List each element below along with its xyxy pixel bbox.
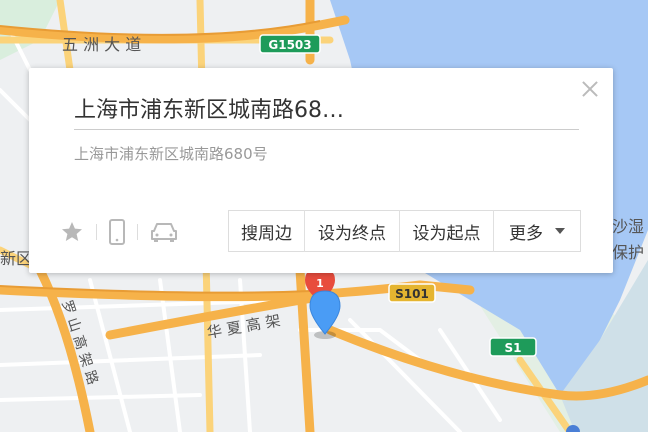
more-label: 更多 (509, 223, 543, 244)
district-label-left: 新区 (0, 249, 32, 268)
icon-separator (96, 224, 97, 240)
place-address: 上海市浦东新区城南路680号 (74, 145, 268, 163)
popup-action-bar: 搜周边 设为终点 设为起点 更多 (228, 210, 581, 252)
shield-g1503: G1503 (259, 34, 321, 54)
title-divider (74, 129, 579, 130)
area-label-right-2: 保护 (612, 243, 644, 262)
road-label-wuzhou: 五 洲 大 道 (62, 35, 141, 54)
set-origin-button[interactable]: 设为起点 (399, 210, 493, 252)
shield-s101: S101 (388, 283, 436, 303)
popup-icon-row (60, 218, 178, 246)
star-icon[interactable] (60, 218, 84, 246)
more-dropdown-button[interactable]: 更多 (493, 210, 580, 252)
set-destination-button[interactable]: 设为终点 (304, 210, 399, 252)
car-icon[interactable] (150, 218, 178, 246)
svg-text:S101: S101 (395, 287, 429, 301)
shield-s1: S1 (489, 337, 537, 357)
search-nearby-button[interactable]: 搜周边 (229, 210, 304, 252)
place-title: 上海市浦东新区城南路68… (74, 98, 344, 123)
svg-text:S1: S1 (505, 341, 522, 355)
icon-separator (137, 224, 138, 240)
svg-text:G1503: G1503 (268, 38, 311, 52)
phone-icon[interactable] (109, 218, 125, 246)
place-info-popup: 上海市浦东新区城南路68… 上海市浦东新区城南路680号 搜周边 设为终点 设为… (29, 68, 613, 273)
svg-text:1: 1 (316, 277, 324, 290)
close-icon[interactable] (579, 78, 601, 100)
area-label-right-1: 沙湿 (612, 217, 644, 236)
chevron-down-icon (555, 228, 565, 234)
